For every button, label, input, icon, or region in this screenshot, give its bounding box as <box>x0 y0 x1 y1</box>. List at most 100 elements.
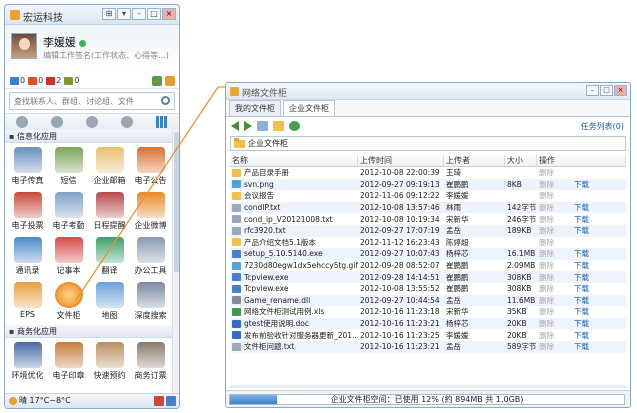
file-name-cell[interactable]: Game_rename.dll <box>230 295 358 306</box>
download-button[interactable]: 下载 <box>574 330 589 341</box>
file-name-cell[interactable]: svn.png <box>230 179 358 190</box>
tab-recent-icon[interactable] <box>120 116 133 128</box>
download-button[interactable]: 下载 <box>574 306 589 317</box>
fw-title-bar[interactable]: 网络文件柜 – □ × <box>226 83 630 100</box>
file-name-cell[interactable]: setup_5.10.5140.exe <box>230 248 358 259</box>
col-size[interactable]: 大小 <box>505 155 537 166</box>
app-item[interactable]: 电子印章 <box>48 342 89 383</box>
app-item[interactable]: EPS <box>7 282 48 323</box>
scrollbar-thumb[interactable] <box>174 132 179 272</box>
file-name-cell[interactable]: condIP.txt <box>230 202 358 213</box>
search-icon[interactable] <box>161 96 170 105</box>
app-item[interactable]: 深度搜索 <box>130 282 171 323</box>
table-row[interactable]: 产品介绍文档5.1版本 2012-11-12 16:23:43 陈婷超 删除 <box>230 237 626 249</box>
delete-button[interactable]: 删除 <box>539 237 554 248</box>
app-item[interactable]: 商务订票 <box>130 342 171 383</box>
app-item[interactable]: 短信 <box>48 147 89 188</box>
download-button[interactable]: 下载 <box>574 341 589 352</box>
file-name-cell[interactable]: 7230d80egw1dx5ehccy5tg.gif <box>230 260 358 271</box>
file-name-cell[interactable]: 网络文件柜测试用例.xls <box>230 306 358 317</box>
delete-button[interactable]: 删除 <box>539 272 554 283</box>
file-name-cell[interactable]: 会议报告 <box>230 190 358 201</box>
search-input[interactable] <box>14 94 154 108</box>
app-item[interactable]: 地图 <box>89 282 130 323</box>
fw-minimize-button[interactable]: – <box>586 85 599 96</box>
download-button[interactable]: 下载 <box>574 214 589 225</box>
app-item[interactable]: 企业邮箱 <box>89 147 130 188</box>
table-row[interactable]: cond_ip_V20121008.txt 2012-10-08 10:19:34… <box>230 213 626 225</box>
counter-alert[interactable]: 2 <box>46 76 61 85</box>
tab-groups-icon[interactable] <box>85 116 98 128</box>
table-row[interactable]: 7230d80egw1dx5ehccy5tg.gif 2012-09-28 08:… <box>230 260 626 272</box>
delete-button[interactable]: 删除 <box>539 341 554 352</box>
col-name[interactable]: 名称 <box>230 155 358 166</box>
refresh-icon[interactable] <box>289 121 300 131</box>
im-title-bar[interactable]: 宏运科技 ⊞ ▾ – □ × <box>5 5 179 25</box>
download-button[interactable]: 下载 <box>574 272 589 283</box>
file-name-cell[interactable]: cond_ip_V20121008.txt <box>230 214 358 225</box>
tab-my-cabinet[interactable]: 我的文件柜 <box>229 100 281 116</box>
app-item[interactable]: 环境优化 <box>7 342 48 383</box>
table-row[interactable]: 文件柜问题.txt 2012-10-16 11:23:21 孟岳 589字节 删除 下载 <box>230 340 626 353</box>
app-item[interactable]: 翻译 <box>89 237 130 278</box>
close-button[interactable]: × <box>162 8 176 20</box>
forward-arrow-icon[interactable] <box>244 121 252 131</box>
skin-button[interactable]: ⊞ <box>102 8 116 20</box>
col-user[interactable]: 上传者 <box>444 155 505 166</box>
app-box-icon[interactable] <box>154 396 164 406</box>
counter-stats[interactable]: 0 <box>64 76 79 85</box>
download-button[interactable]: 下载 <box>574 248 589 259</box>
app-item[interactable]: 记事本 <box>48 237 89 278</box>
app-item[interactable]: 快速预约 <box>89 342 130 383</box>
download-button[interactable]: 下载 <box>574 225 589 236</box>
delete-button[interactable]: 删除 <box>539 306 554 317</box>
app-item[interactable]: 电子投票 <box>7 192 48 233</box>
download-button[interactable]: 下载 <box>574 202 589 213</box>
tab-contacts-icon[interactable] <box>51 116 64 128</box>
menu-button[interactable]: ▾ <box>117 8 131 20</box>
file-name-cell[interactable]: Tcpview.exe <box>230 272 358 283</box>
delete-button[interactable]: 删除 <box>539 330 554 341</box>
table-row[interactable]: rfc3920.txt 2012-09-27 17:07:19 孟岳 189KB 删除 下… <box>230 224 626 237</box>
download-button[interactable]: 下载 <box>574 295 589 306</box>
task-list-link[interactable]: 任务列表(0) <box>581 121 624 132</box>
app-item[interactable]: 电子传真 <box>7 147 48 188</box>
upload-icon[interactable] <box>257 121 268 131</box>
table-row[interactable]: 网络文件柜测试用例.xls 2012-10-16 11:23:18 宋新华 35KB 删… <box>230 306 626 318</box>
tab-organization-icon[interactable] <box>16 116 29 128</box>
delete-button[interactable]: 删除 <box>539 214 554 225</box>
app-item[interactable]: 办公工具 <box>130 237 171 278</box>
delete-button[interactable]: 删除 <box>539 248 554 259</box>
path-bar[interactable]: 企业文件柜 <box>230 136 626 151</box>
download-button[interactable]: 下载 <box>574 260 589 271</box>
back-arrow-icon[interactable] <box>231 121 239 131</box>
counter-notice[interactable]: 0 <box>28 76 43 85</box>
table-row[interactable]: setup_5.10.5140.exe 2012-09-27 10:07:43 杨梓… <box>230 248 626 260</box>
table-hscrollbar[interactable] <box>230 385 626 388</box>
download-button[interactable]: 下载 <box>574 318 589 329</box>
table-row[interactable]: Tcpview.exe 2012-10-08 13:55:52 崔鹏鹏 308KB 删除… <box>230 283 626 295</box>
fw-close-button[interactable]: × <box>614 85 627 96</box>
delete-button[interactable]: 删除 <box>539 179 554 190</box>
col-time[interactable]: 上传时间 <box>358 155 444 166</box>
table-row[interactable]: 产品目录手册 2012-10-08 22:00:39 王琦 删除 <box>230 167 626 179</box>
app-item[interactable]: 企业微博 <box>130 192 171 233</box>
file-name-cell[interactable]: rfc3920.txt <box>230 225 358 236</box>
delete-button[interactable]: 删除 <box>539 318 554 329</box>
delete-button[interactable]: 删除 <box>539 260 554 271</box>
tab-enterprise-cabinet[interactable]: 企业文件柜 <box>283 100 335 116</box>
section-header[interactable]: 信息化应用 <box>5 130 173 143</box>
online-status-icon[interactable] <box>79 39 86 47</box>
section-header[interactable]: 商务化应用 <box>5 325 173 338</box>
table-row[interactable]: Tcpview.exe 2012-09-28 14:14:51 崔鹏鹏 308KB 删除… <box>230 271 626 283</box>
table-row[interactable]: condIP.txt 2012-10-08 13:57:46 林雨 142字节 删除 下载 <box>230 201 626 214</box>
minimize-button[interactable]: – <box>132 8 146 20</box>
download-button[interactable]: 下载 <box>574 283 589 294</box>
app-item[interactable]: 日程提醒 <box>89 192 130 233</box>
download-button[interactable]: 下载 <box>574 179 589 190</box>
new-folder-icon[interactable] <box>273 121 284 131</box>
delete-button[interactable]: 删除 <box>539 225 554 236</box>
file-name-cell[interactable]: 发布前验收针对服务器更新_201... <box>230 330 358 341</box>
table-row[interactable]: 发布前验收针对服务器更新_201... 2012-10-16 11:23:25 李媛… <box>230 329 626 341</box>
settings-icon[interactable] <box>165 75 175 86</box>
